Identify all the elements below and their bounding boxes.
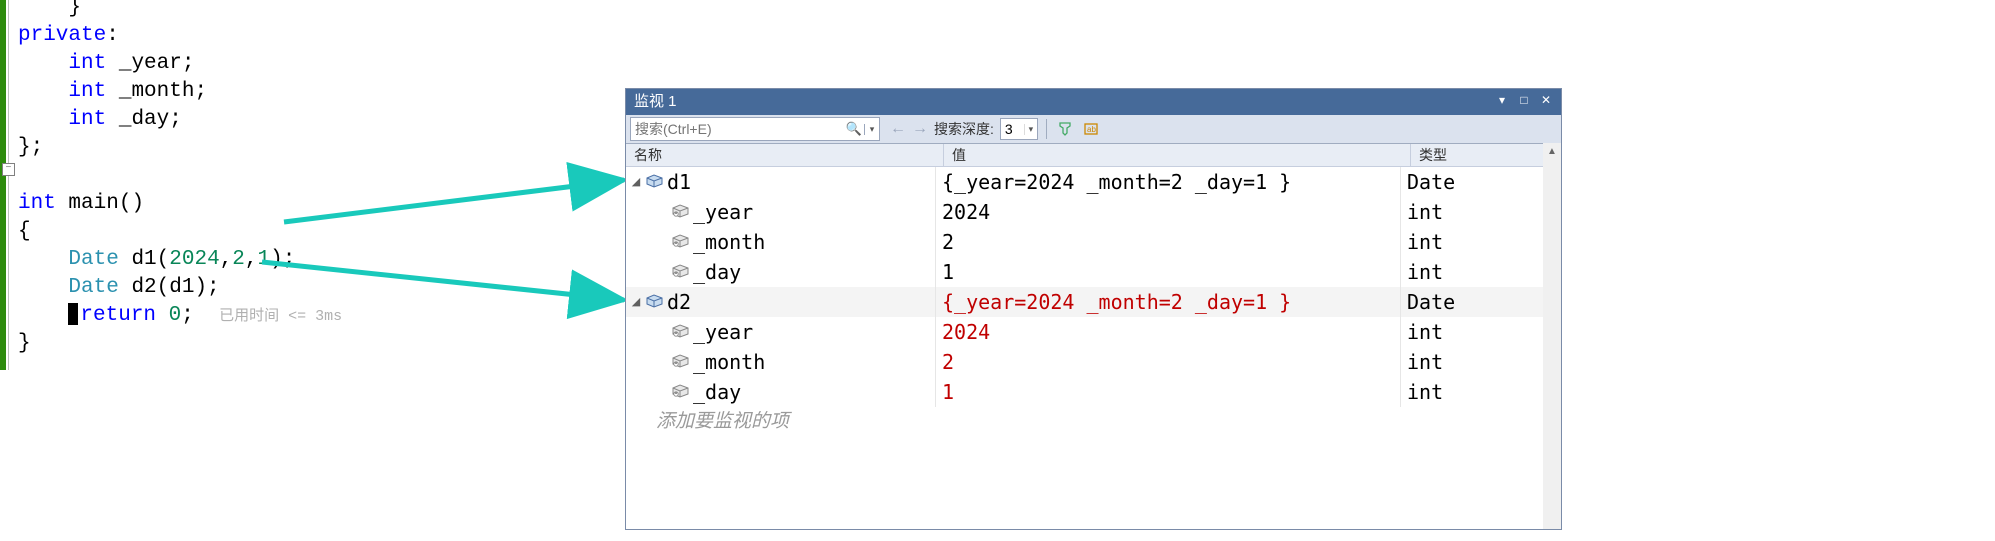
watch-row-field[interactable]: _year 2024int xyxy=(626,197,1561,227)
watch-name: _day xyxy=(693,257,741,287)
watch-body[interactable]: ◢d1{_year=2024 _month=2 _day=1 }Date_yea… xyxy=(626,167,1561,437)
code-line[interactable]: } xyxy=(18,330,31,358)
search-icon[interactable]: 🔍 xyxy=(844,121,864,137)
code-line[interactable]: Date d2(d1); xyxy=(18,274,220,302)
watch-value: 2 xyxy=(936,347,1401,377)
depth-select[interactable]: 3 ▾ xyxy=(1000,118,1038,140)
watch-row-field[interactable]: _day 1int xyxy=(626,257,1561,287)
field-icon xyxy=(626,227,693,257)
watch-name: _month xyxy=(693,347,765,377)
watch-name: _day xyxy=(693,377,741,407)
watch-row-field[interactable]: _day 1int xyxy=(626,377,1561,407)
maximize-icon[interactable]: □ xyxy=(1513,89,1535,111)
nav-forward-icon[interactable]: → xyxy=(912,120,928,138)
svg-text:ab: ab xyxy=(1087,125,1096,134)
field-icon xyxy=(626,377,693,407)
scroll-up-icon[interactable]: ▲ xyxy=(1543,143,1561,161)
watch-value: 1 xyxy=(936,377,1401,407)
close-icon[interactable]: ✕ xyxy=(1535,89,1557,111)
watch-value: 2024 xyxy=(936,197,1401,227)
pin-icon[interactable] xyxy=(1055,119,1075,139)
code-editor[interactable]: − }private: int _year; int _month; int _… xyxy=(0,0,620,541)
watch-toolbar: 🔍 ▾ ← → 搜索深度: 3 ▾ ab xyxy=(626,115,1561,144)
struct-icon xyxy=(642,287,667,317)
watch-title-text: 监视 1 xyxy=(634,93,677,110)
watch-value: 2024 xyxy=(936,317,1401,347)
watch-row-struct[interactable]: ◢ d2 {_year=2024 _month=2 _day=1 }Date xyxy=(626,287,1561,317)
code-line[interactable]: return 0; 已用时间 <= 3ms xyxy=(18,302,342,331)
toolbar-separator xyxy=(1046,119,1047,139)
watch-columns-header[interactable]: 名称 值 类型 xyxy=(626,144,1561,167)
search-dropdown-icon[interactable]: ▾ xyxy=(864,124,879,135)
code-line[interactable]: int main() xyxy=(18,190,144,218)
search-box[interactable]: 🔍 ▾ xyxy=(630,117,880,141)
depth-value: 3 xyxy=(1001,121,1024,137)
watch-type: int xyxy=(1401,257,1561,287)
collapse-toggle-icon[interactable]: − xyxy=(2,163,15,176)
add-watch-placeholder[interactable]: 添加要监视的项 xyxy=(626,407,1561,437)
code-line[interactable]: int _month; xyxy=(18,78,207,106)
code-line[interactable]: { xyxy=(18,218,31,246)
struct-icon xyxy=(642,167,667,197)
watch-type: Date xyxy=(1401,167,1561,197)
field-icon xyxy=(626,317,693,347)
code-line[interactable]: Date d1(2024,2,1); xyxy=(18,246,295,274)
window-menu-icon[interactable]: ▾ xyxy=(1491,89,1513,111)
chevron-down-icon[interactable]: ▾ xyxy=(1024,124,1037,135)
watch-value: 2 xyxy=(936,227,1401,257)
outline-guide xyxy=(8,0,9,370)
scrollbar-track[interactable]: ▲ xyxy=(1543,143,1561,529)
watch-window: 监视 1 ▾ □ ✕ 🔍 ▾ ← → 搜索深度: 3 ▾ ab 名称 xyxy=(625,88,1562,530)
expander-icon[interactable]: ◢ xyxy=(630,167,642,197)
watch-name: _month xyxy=(693,227,765,257)
code-line[interactable]: int _day; xyxy=(18,106,182,134)
watch-type: int xyxy=(1401,227,1561,257)
watch-row-field[interactable]: _month 2int xyxy=(626,227,1561,257)
watch-value: {_year=2024 _month=2 _day=1 } xyxy=(936,287,1401,317)
watch-type: int xyxy=(1401,377,1561,407)
search-input[interactable] xyxy=(631,119,844,139)
expander-icon[interactable]: ◢ xyxy=(630,287,642,317)
watch-type: int xyxy=(1401,347,1561,377)
code-line[interactable]: int _year; xyxy=(18,50,194,78)
field-icon xyxy=(626,347,693,377)
watch-name: _year xyxy=(693,197,753,227)
depth-label: 搜索深度: xyxy=(934,119,994,139)
col-name[interactable]: 名称 xyxy=(626,144,944,166)
watch-title-bar[interactable]: 监视 1 ▾ □ ✕ xyxy=(626,89,1561,115)
highlight-icon[interactable]: ab xyxy=(1081,119,1101,139)
code-line[interactable]: }; xyxy=(18,134,43,162)
watch-row-struct[interactable]: ◢ d1 {_year=2024 _month=2 _day=1 }Date xyxy=(626,167,1561,197)
watch-value: {_year=2024 _month=2 _day=1 } xyxy=(936,167,1401,197)
col-type[interactable]: 类型 xyxy=(1411,144,1561,166)
watch-type: int xyxy=(1401,317,1561,347)
field-icon xyxy=(626,197,693,227)
nav-back-icon[interactable]: ← xyxy=(890,120,906,138)
change-gutter xyxy=(0,0,6,370)
field-icon xyxy=(626,257,693,287)
watch-type: int xyxy=(1401,197,1561,227)
watch-row-field[interactable]: _month 2int xyxy=(626,347,1561,377)
watch-type: Date xyxy=(1401,287,1561,317)
code-line[interactable]: } xyxy=(18,0,81,22)
col-value[interactable]: 值 xyxy=(944,144,1411,166)
code-line[interactable]: private: xyxy=(18,22,119,50)
watch-row-field[interactable]: _year 2024int xyxy=(626,317,1561,347)
watch-name: d1 xyxy=(667,167,691,197)
watch-value: 1 xyxy=(936,257,1401,287)
watch-name: _year xyxy=(693,317,753,347)
watch-name: d2 xyxy=(667,287,691,317)
